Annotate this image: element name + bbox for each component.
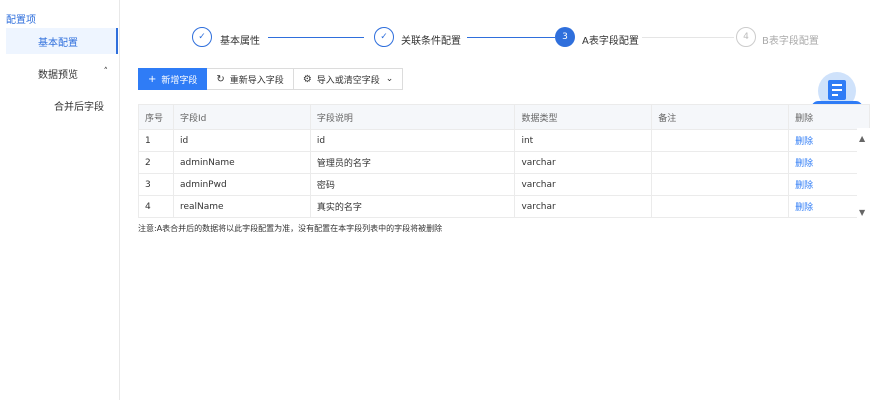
table-row: 3 adminPwd 密码 varchar 删除 [138,173,870,196]
cell-data-type[interactable]: varchar [514,173,653,196]
column-header-field-id: 字段Id [172,104,311,130]
step-label-a-fields[interactable]: A表字段配置 [582,32,639,47]
sidebar-item-merged-fields[interactable]: 合并后字段 [54,98,104,113]
sidebar-item-basic-config[interactable]: 基本配置 [6,28,118,54]
scroll-down-icon[interactable]: ▼ [859,208,865,217]
table-row: 1 id id int 删除 [138,129,870,152]
chevron-up-icon: ˄ [103,67,109,77]
cell-remark[interactable] [651,151,790,174]
import-clear-label: 导入或清空字段 [316,75,380,86]
add-field-label: 新增字段 [161,75,198,86]
add-field-button[interactable]: + 新增字段 [138,68,208,90]
cell-data-type[interactable]: int [514,129,653,152]
cell-field-desc[interactable]: 管理员的名字 [309,151,516,174]
cell-remark[interactable] [651,173,790,196]
column-header-field-desc: 字段说明 [309,104,516,130]
cell-field-id[interactable]: adminPwd [172,173,311,196]
toolbar: + 新增字段 ↻ 重新导入字段 ⚙ 导入或清空字段 ⌄ [138,68,404,90]
cell-remark[interactable] [651,195,790,218]
check-icon: ✓ [192,27,212,47]
plus-icon: + [148,73,157,85]
cell-remark[interactable] [651,129,790,152]
step-label-b-fields[interactable]: B表字段配置 [762,32,819,47]
chevron-down-icon: ⌄ [385,74,394,84]
step-connector [642,37,734,38]
refresh-icon: ↻ [216,73,225,85]
column-header-delete: 删除 [788,104,870,130]
cell-field-desc[interactable]: id [309,129,516,152]
step-label-join-config[interactable]: 关联条件配置 [401,32,461,47]
sidebar: 配置项 基本配置 数据预览 ˄ 合并后字段 [0,0,120,400]
fields-table: 序号 字段Id 字段说明 数据类型 备注 删除 1 id id int 删除 2… [138,104,870,218]
cell-index: 4 [138,195,174,218]
sidebar-item-data-preview[interactable]: 数据预览 ˄ [6,60,118,86]
scroll-up-icon[interactable]: ▲ [859,134,865,143]
sidebar-item-label: 基本配置 [38,37,78,49]
reimport-fields-button[interactable]: ↻ 重新导入字段 [207,68,294,90]
table-header-row: 序号 字段Id 字段说明 数据类型 备注 删除 [138,104,870,130]
document-icon [828,80,846,100]
table-row: 4 realName 真实的名字 varchar 删除 [138,195,870,218]
cell-field-id[interactable]: id [172,129,311,152]
column-header-data-type: 数据类型 [514,104,653,130]
cell-field-id[interactable]: realName [172,195,311,218]
cell-index: 1 [138,129,174,152]
cell-field-desc[interactable]: 真实的名字 [309,195,516,218]
cell-data-type[interactable]: varchar [514,151,653,174]
cell-data-type[interactable]: varchar [514,195,653,218]
step-connector [467,37,555,38]
step-connector [268,37,364,38]
table-row: 2 adminName 管理员的名字 varchar 删除 [138,151,870,174]
cell-index: 2 [138,151,174,174]
cell-field-id[interactable]: adminName [172,151,311,174]
reimport-fields-label: 重新导入字段 [229,75,284,86]
check-icon: ✓ [374,27,394,47]
column-header-index: 序号 [138,104,174,130]
sidebar-item-label: 数据预览 [38,69,78,81]
field-config-note: 注意:A表合并后的数据将以此字段配置为准，没有配置在本字段列表中的字段将被删除 [138,224,443,233]
gear-icon: ⚙ [302,73,312,85]
stepper: ✓ 基本属性 ✓ 关联条件配置 3 A表字段配置 4 B表字段配置 [192,26,832,50]
step-number-4: 4 [736,27,756,47]
sidebar-title: 配置项 [6,15,36,26]
step-number-3: 3 [555,27,575,47]
step-label-basic[interactable]: 基本属性 [220,32,260,47]
cell-index: 3 [138,173,174,196]
cell-field-desc[interactable]: 密码 [309,173,516,196]
import-clear-dropdown[interactable]: ⚙ 导入或清空字段 ⌄ [293,68,404,90]
column-header-remark: 备注 [651,104,790,130]
